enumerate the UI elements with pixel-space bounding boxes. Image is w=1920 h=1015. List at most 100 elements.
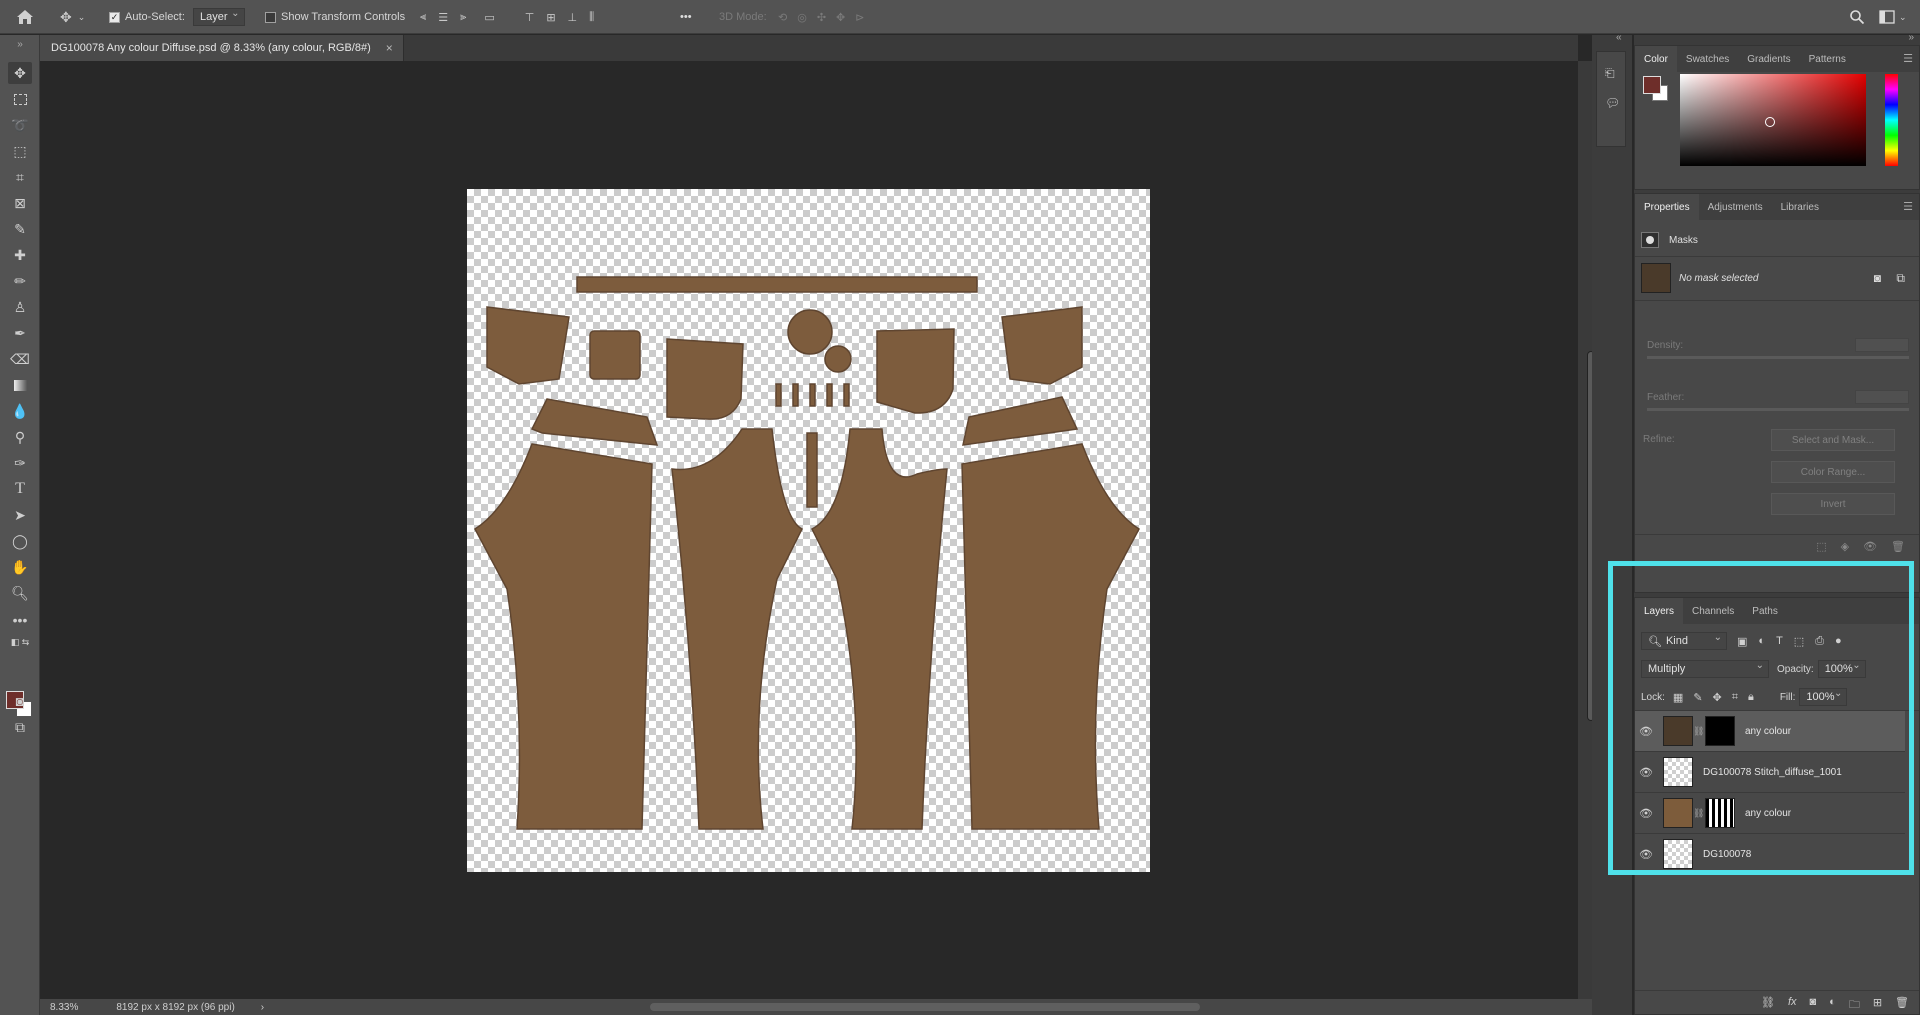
align-left-icon[interactable]: ⫷ [420,11,426,24]
layer-row[interactable]: 👁︎ ⛓ any colour [1635,793,1905,834]
roll-3d-icon[interactable]: ◎ [797,11,807,24]
slide-3d-icon[interactable]: ✥ [836,11,845,24]
tab-properties[interactable]: Properties [1635,194,1699,220]
mask-link-icon[interactable]: ⛓ [1693,808,1704,819]
layer-filter-kind-dropdown[interactable]: 🔍︎ Kind [1641,632,1727,650]
tab-layers[interactable]: Layers [1635,598,1684,624]
scale-3d-icon[interactable]: ⊳ [855,11,864,24]
add-vector-mask-icon[interactable]: ⧉ [1896,271,1905,286]
lock-position-icon[interactable]: ✥ [1713,691,1722,704]
fill-field[interactable]: 100% [1799,688,1848,706]
filter-pixel-icon[interactable]: ▣ [1737,635,1747,648]
document-canvas[interactable] [467,189,1150,872]
quick-mask-icon[interactable]: ◙ [8,690,32,712]
frame-tool-icon[interactable]: ⊠ [8,192,32,214]
tab-patterns[interactable]: Patterns [1800,46,1855,72]
history-icon[interactable]: ⎗ [1605,66,1615,81]
foreground-color-swatch[interactable] [1643,76,1661,94]
show-transform-controls-checkbox[interactable]: Show Transform Controls [265,0,405,34]
screen-mode-icon[interactable]: ⧉ [8,716,32,738]
panel-menu-icon[interactable]: ☰ [1903,200,1913,213]
document-tab[interactable]: DG100078 Any colour Diffuse.psd @ 8.33% … [40,35,404,61]
tab-swatches[interactable]: Swatches [1677,46,1738,72]
clone-stamp-tool-icon[interactable]: ♙ [8,296,32,318]
blend-mode-dropdown[interactable]: Multiply [1641,660,1769,678]
type-tool-icon[interactable]: T [8,478,32,500]
filter-smart-object-icon[interactable]: ⎙ [1815,635,1824,648]
opacity-field[interactable]: 100% [1817,660,1866,678]
tab-gradients[interactable]: Gradients [1738,46,1799,72]
status-menu-arrow[interactable]: › [261,1002,264,1013]
lock-pixels-icon[interactable]: ✎ [1693,691,1702,704]
layer-mask-thumbnail[interactable] [1705,798,1735,828]
layer-style-icon[interactable]: fx [1788,996,1797,1015]
visibility-icon[interactable]: 👁︎ [1863,540,1877,553]
auto-select-target-dropdown[interactable]: Layer [193,8,245,26]
color-picker-ring[interactable] [1765,117,1775,127]
eyedropper-tool-icon[interactable]: ✎ [8,218,32,240]
dodge-tool-icon[interactable]: ⚲ [8,426,32,448]
horizontal-scroll-thumb[interactable] [650,1003,1200,1011]
history-brush-tool-icon[interactable]: ✒ [8,322,32,344]
layer-row[interactable]: 👁︎ DG100078 Stitch_diffuse_1001 [1635,752,1905,793]
tab-channels[interactable]: Channels [1683,598,1743,624]
marquee-tool-icon[interactable] [8,88,32,110]
align-center-icon[interactable]: ☰ [438,11,448,24]
blur-tool-icon[interactable]: 💧 [8,400,32,422]
workspace-button[interactable]: ⌄ [1879,0,1907,34]
tab-libraries[interactable]: Libraries [1772,194,1828,220]
vertical-scrollbar[interactable] [1578,61,1595,999]
align-bottom-icon[interactable]: ⊥ [568,11,578,24]
layer-row[interactable]: 👁︎ ⛓ any colour [1635,711,1905,752]
zoom-tool-icon[interactable]: 🔍︎ [8,582,32,604]
visibility-eye-icon[interactable]: 👁︎ [1635,848,1657,861]
brush-tool-icon[interactable]: ✏ [8,270,32,292]
apply-mask-icon[interactable]: ◈ [1841,540,1849,553]
hand-tool-icon[interactable]: ✋ [8,556,32,578]
add-pixel-mask-icon[interactable]: ◙ [1874,271,1881,285]
delete-mask-icon[interactable]: 🗑︎ [1891,540,1905,553]
zoom-level[interactable]: 8.33% [50,1002,78,1013]
collapse-toolbar-icon[interactable]: » [8,37,32,51]
add-mask-icon[interactable]: ◙ [1810,996,1817,1015]
tab-color[interactable]: Color [1635,46,1677,72]
panel-menu-icon[interactable]: ☰ [1903,52,1913,65]
filter-shape-icon[interactable]: ⬚ [1794,635,1804,648]
delete-layer-icon[interactable]: 🗑︎ [1895,996,1909,1015]
home-button[interactable] [16,0,34,34]
move-tool-icon[interactable]: ✥ [8,62,32,84]
lock-artboard-icon[interactable]: ⌗ [1732,691,1738,704]
default-colors-icon[interactable]: ◧ ⇆ [8,635,32,649]
gradient-tool-icon[interactable] [8,374,32,396]
color-field[interactable] [1680,74,1866,166]
lock-all-icon[interactable]: 🔒︎ [1748,691,1754,704]
align-right-icon[interactable]: ⫸ [460,11,466,24]
new-layer-icon[interactable]: ⊞ [1873,996,1882,1015]
distribute-vertical-icon[interactable]: ⫼ [589,11,594,24]
more-options-button[interactable]: ••• [680,0,692,34]
visibility-eye-icon[interactable]: 👁︎ [1635,807,1657,820]
ellipse-tool-icon[interactable]: ◯ [8,530,32,552]
comments-icon[interactable]: 💬︎ [1605,96,1620,110]
auto-select-checkbox[interactable]: ✓ Auto-Select: [109,0,185,34]
move-tool-preset-button[interactable]: ✥ ⌄ [60,0,85,34]
align-middle-icon[interactable]: ⊞ [546,11,555,24]
mask-link-icon[interactable]: ⛓ [1693,726,1704,737]
layer-mask-thumbnail[interactable] [1705,716,1735,746]
lock-transparent-icon[interactable]: ▦ [1673,691,1683,704]
path-selection-tool-icon[interactable]: ➤ [8,504,32,526]
collapse-panels-icon[interactable]: » [1908,32,1914,43]
edit-toolbar-icon[interactable]: ••• [8,609,32,631]
canvas-area[interactable] [40,61,1578,999]
filter-toggle-icon[interactable]: ● [1835,635,1842,648]
filter-adjustment-icon[interactable]: ◐ [1758,635,1765,648]
tab-paths[interactable]: Paths [1743,598,1787,624]
eraser-tool-icon[interactable]: ⌫ [8,348,32,370]
link-layers-icon[interactable]: ⛓ [1761,996,1775,1015]
collapse-dock-icon[interactable]: « [1616,32,1622,43]
pan-3d-icon[interactable]: ✣ [817,11,826,24]
filter-type-icon[interactable]: T [1776,635,1783,648]
orbit-3d-icon[interactable]: ⟲ [778,11,787,24]
new-group-icon[interactable]: 🗀 [1849,996,1860,1015]
tab-adjustments[interactable]: Adjustments [1699,194,1772,220]
